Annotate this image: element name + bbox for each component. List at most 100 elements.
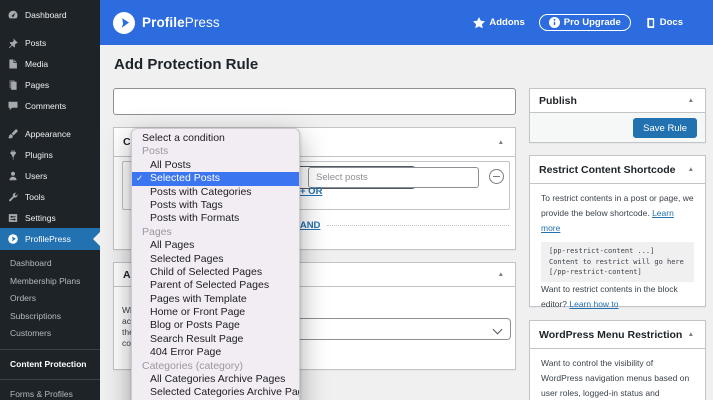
- sidebar-item-comments[interactable]: Comments: [0, 95, 100, 116]
- panel-title: WordPress Menu Restriction: [539, 328, 683, 341]
- brand-name: ProfilePress: [142, 15, 220, 30]
- menu-restriction-panel: WordPress Menu Restriction ▲ Want to con…: [529, 320, 706, 400]
- pages-icon: [9, 79, 17, 90]
- dropdown-option[interactable]: Selected Pages: [132, 253, 299, 266]
- collapse-icon[interactable]: ▲: [686, 329, 696, 340]
- active-menu-arrow: [93, 232, 100, 246]
- sidebar-item-label: Comments: [25, 100, 67, 111]
- docs-link[interactable]: Docs: [645, 17, 683, 29]
- publish-panel: Publish ▲ Save Rule: [529, 88, 706, 143]
- dropdown-option[interactable]: Posts with Formats: [132, 212, 299, 225]
- shortcode-intro: To restrict contents in a post or page, …: [541, 193, 694, 233]
- dropdown-option[interactable]: All Posts: [132, 159, 299, 172]
- add-or-condition-link[interactable]: + OR: [300, 186, 322, 197]
- pro-upgrade-button[interactable]: Pro Upgrade: [538, 14, 631, 31]
- profilepress-brand[interactable]: ProfilePress: [113, 11, 220, 34]
- panel-title: Publish: [539, 94, 577, 107]
- collapse-icon[interactable]: ▲: [496, 137, 506, 148]
- sidebar-item-label: Appearance: [25, 128, 71, 139]
- addons-link[interactable]: Addons: [473, 16, 525, 29]
- dropdown-option[interactable]: ✓ Selected Posts: [132, 172, 299, 186]
- collapse-icon[interactable]: ▲: [686, 164, 696, 175]
- plugin-icon: [10, 149, 16, 160]
- learn-how-to-link[interactable]: Learn how to: [569, 299, 618, 309]
- dropdown-group-label: Pages: [142, 225, 172, 238]
- code-line: [/pp-restrict-content]: [549, 268, 642, 276]
- menu-separator: [0, 25, 100, 32]
- dropdown-option[interactable]: 404 Error Page: [132, 346, 299, 359]
- profilepress-logo-icon: [113, 11, 135, 34]
- dropdown-group-label: Posts: [142, 145, 169, 158]
- submenu-item-membership-plans[interactable]: Membership Plans: [0, 273, 100, 291]
- wrench-icon: [9, 192, 18, 201]
- sidebar-item-media[interactable]: Media: [0, 53, 100, 74]
- sidebar-item-label: Dashboard: [25, 9, 67, 20]
- topbar-actions: Addons Pro Upgrade Docs: [473, 14, 683, 31]
- dropdown-option[interactable]: All Categories Archive Pages: [132, 373, 299, 386]
- condition-dropdown: Select a condition Posts All Posts ✓ Selecte…: [131, 128, 300, 400]
- sidebar-item-profilepress[interactable]: ProfilePress: [0, 228, 100, 250]
- chevron-down-icon: [492, 324, 503, 335]
- settings-icon: [8, 213, 18, 222]
- restrict-shortcode-panel: Restrict Content Shortcode ▲ To restrict…: [529, 155, 706, 309]
- dropdown-option[interactable]: Posts with Tags: [132, 199, 299, 212]
- sidebar-item-settings[interactable]: Settings: [0, 207, 100, 228]
- dropdown-option[interactable]: All Pages: [132, 239, 299, 252]
- menu-restriction-text: Want to control the visibility of WordPr…: [541, 358, 690, 398]
- collapse-icon[interactable]: ▲: [496, 269, 506, 280]
- dropdown-option[interactable]: Selected Categories Archive Pages: [132, 386, 299, 399]
- profilepress-topbar: ProfilePress Addons Pro Upgrade Docs: [100, 0, 713, 45]
- sidebar-item-dashboard[interactable]: Dashboard: [0, 4, 100, 25]
- collapse-icon[interactable]: ▲: [686, 95, 696, 106]
- dropdown-option[interactable]: Posts with Categories: [132, 186, 299, 199]
- dropdown-option[interactable]: Child of Selected Pages: [132, 266, 299, 279]
- remove-condition-button[interactable]: [489, 169, 504, 184]
- submenu-item-orders[interactable]: Orders: [0, 290, 100, 308]
- brush-icon: [8, 128, 18, 138]
- sidebar-item-posts[interactable]: Posts: [0, 32, 100, 53]
- sidebar-item-pages[interactable]: Pages: [0, 74, 100, 95]
- sidebar-item-tools[interactable]: Tools: [0, 186, 100, 207]
- dropdown-placeholder-option[interactable]: Select a condition: [132, 132, 299, 145]
- dropdown-option[interactable]: Pages with Template: [132, 293, 299, 306]
- comment-icon: [8, 101, 18, 110]
- sidebar-item-appearance[interactable]: Appearance: [0, 123, 100, 144]
- submenu-item-subscriptions[interactable]: Subscriptions: [0, 308, 100, 326]
- panel-header: WordPress Menu Restriction ▲: [530, 321, 705, 349]
- submenu-item-content-protection[interactable]: Content Protection: [0, 356, 100, 374]
- dropdown-option[interactable]: Parent of Selected Pages: [132, 279, 299, 292]
- panel-header: Publish ▲: [530, 89, 705, 113]
- submenu-item-dashboard[interactable]: Dashboard: [0, 255, 100, 273]
- docs-icon: [647, 17, 654, 28]
- profilepress-submenu: Dashboard Membership Plans Orders Subscr…: [0, 250, 100, 400]
- panel-body: To restrict contents in a post or page, …: [530, 184, 705, 319]
- dropdown-option[interactable]: Home or Front Page: [132, 306, 299, 319]
- user-icon: [9, 171, 17, 180]
- submenu-item-forms-profiles[interactable]: Forms & Profiles: [0, 386, 100, 400]
- submenu-item-customers[interactable]: Customers: [0, 325, 100, 343]
- sidebar-item-label: Posts: [25, 37, 47, 48]
- rule-title-input[interactable]: [113, 88, 516, 115]
- info-icon: [548, 17, 560, 28]
- sidebar-item-label: Pages: [25, 79, 50, 90]
- panel-body: Want to control the visibility of WordPr…: [530, 349, 705, 400]
- wp-admin-sidebar: Dashboard Posts Media Pages Comments App…: [0, 0, 100, 400]
- sidebar-item-label: Plugins: [25, 149, 53, 160]
- and-divider: [327, 225, 509, 226]
- sidebar-item-label: Settings: [25, 212, 56, 223]
- profilepress-icon: [8, 234, 18, 244]
- code-line: [pp-restrict-content ...]: [549, 247, 655, 255]
- sidebar-item-label: ProfilePress: [25, 234, 71, 244]
- publish-actions: Save Rule: [530, 113, 705, 142]
- sidebar-item-label: Media: [25, 58, 49, 69]
- profilepress-admin-screen: Dashboard Posts Media Pages Comments App…: [0, 0, 713, 400]
- dropdown-option[interactable]: Search Result Page: [132, 333, 299, 346]
- save-rule-button[interactable]: Save Rule: [633, 118, 697, 138]
- dropdown-group-label: Categories (category): [142, 359, 243, 372]
- shortcode-outro: Want to restrict contents in the block e…: [541, 283, 678, 309]
- sidebar-item-users[interactable]: Users: [0, 165, 100, 186]
- dropdown-option[interactable]: Blog or Posts Page: [132, 319, 299, 332]
- sidebar-item-plugins[interactable]: Plugins: [0, 144, 100, 165]
- sidebar-item-label: Users: [25, 170, 48, 181]
- select-posts-input[interactable]: [308, 167, 479, 188]
